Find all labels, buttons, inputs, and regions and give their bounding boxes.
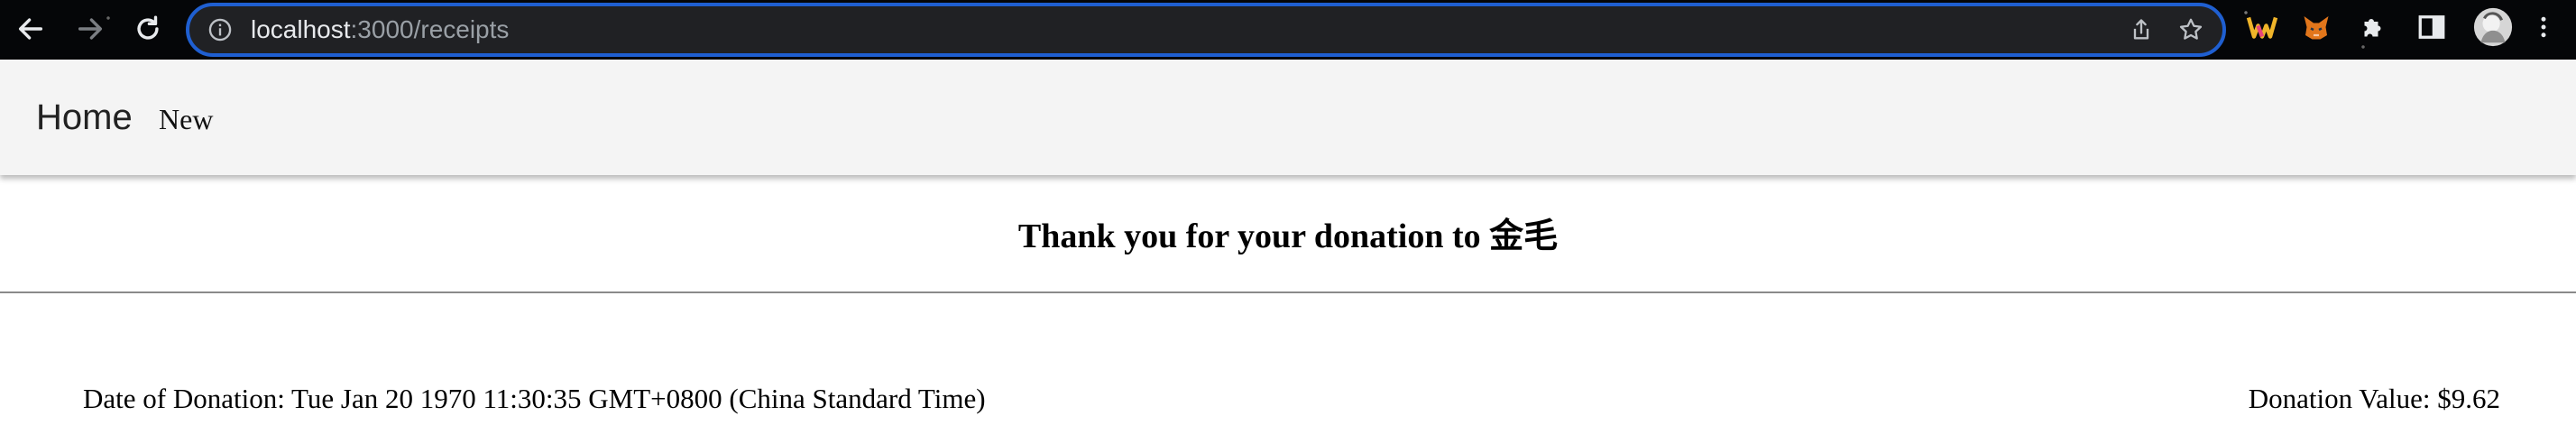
date-label: Date of Donation:	[83, 383, 285, 414]
divider	[0, 291, 2576, 293]
puzzle-extensions-icon	[2364, 19, 2381, 37]
url-path: :3000/receipts	[350, 15, 510, 43]
home-link[interactable]: Home	[36, 60, 133, 175]
forward-arrow-icon	[78, 18, 103, 40]
value-amount: $9.62	[2437, 383, 2500, 414]
address-bar[interactable]: localhost:3000/receipts	[186, 3, 2226, 57]
forward-button[interactable]	[69, 7, 112, 51]
donation-date: Date of Donation: Tue Jan 20 1970 11:30:…	[83, 383, 986, 415]
donation-value: Donation Value: $9.62	[2249, 383, 2500, 415]
url-text[interactable]: localhost:3000/receipts	[251, 6, 509, 53]
profile-avatar-icon	[2473, 7, 2513, 47]
app-navbar: Home New	[0, 60, 2576, 175]
extension-w-icon	[2246, 16, 2278, 39]
reload-icon	[137, 15, 159, 40]
browser-toolbar: localhost:3000/receipts	[0, 0, 2576, 60]
profile-button[interactable]	[2471, 5, 2515, 49]
receipt-title: Thank you for your donation to 金毛	[1017, 217, 1559, 255]
star-icon[interactable]	[2177, 16, 2204, 43]
kebab-menu-icon	[2541, 16, 2546, 38]
browser-menu-button[interactable]	[2533, 9, 2554, 45]
reload-button[interactable]	[126, 7, 170, 51]
share-icon[interactable]	[2129, 17, 2154, 42]
url-host: localhost	[251, 15, 351, 43]
new-link[interactable]: New	[159, 60, 213, 175]
metamask-button[interactable]	[2298, 9, 2334, 45]
date-value: Tue Jan 20 1970 11:30:35 GMT+0800 (China…	[291, 383, 986, 414]
extension-w-button[interactable]	[2244, 9, 2280, 45]
side-panel-icon	[2418, 15, 2445, 39]
extensions-button[interactable]	[2356, 9, 2392, 45]
value-label: Donation Value:	[2248, 383, 2431, 414]
info-icon[interactable]	[207, 17, 233, 42]
back-arrow-icon	[18, 18, 43, 40]
back-button[interactable]	[9, 7, 52, 51]
metamask-fox-icon	[2304, 16, 2329, 40]
side-panel-button[interactable]	[2414, 9, 2450, 45]
